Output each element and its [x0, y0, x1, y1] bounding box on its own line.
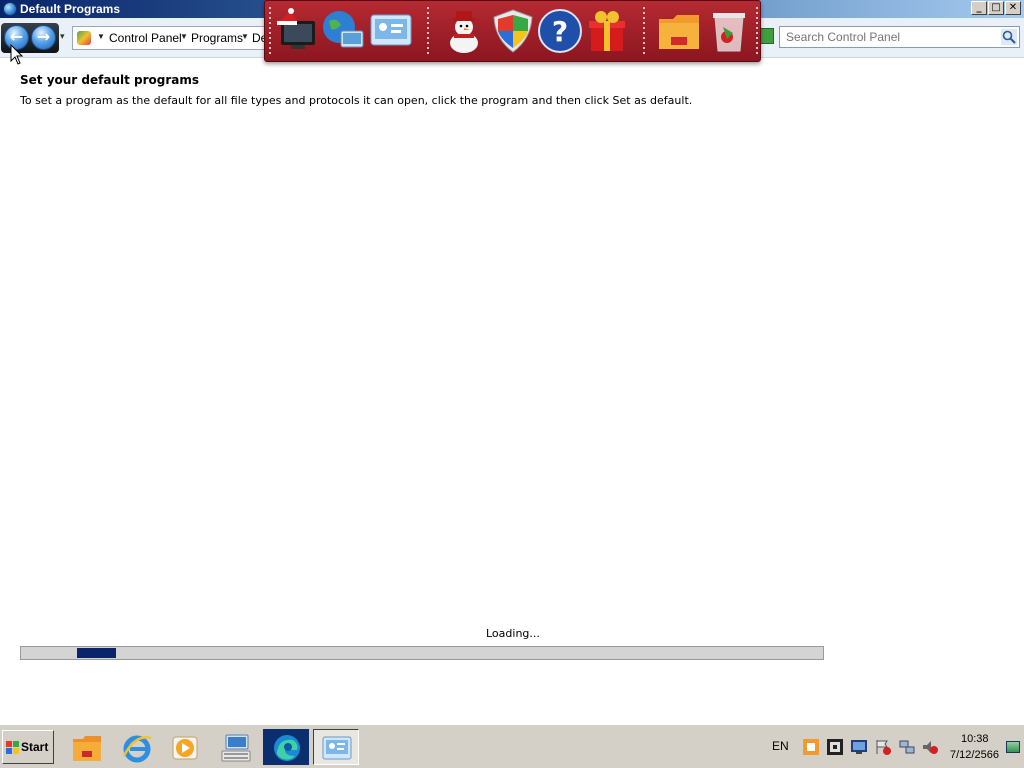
- close-button[interactable]: ✕: [1005, 1, 1021, 15]
- language-indicator[interactable]: EN: [772, 739, 789, 753]
- breadcrumb-control-panel[interactable]: Control Panel: [109, 31, 182, 45]
- taskbar-file-explorer[interactable]: [63, 729, 109, 765]
- taskbar-media-player[interactable]: [161, 729, 207, 765]
- breadcrumb-chevron[interactable]: ▼: [241, 32, 249, 41]
- forward-arrow-icon: →: [36, 27, 51, 46]
- dock-separator: [269, 7, 271, 57]
- gift-icon[interactable]: [583, 7, 631, 55]
- dock-separator: [427, 7, 429, 57]
- page-title: Set your default programs: [20, 73, 200, 87]
- control-panel-icon: [77, 31, 91, 45]
- recycle-bin-icon[interactable]: [705, 7, 753, 55]
- show-desktop-button[interactable]: [1006, 741, 1020, 753]
- windows-logo-icon: [6, 741, 19, 754]
- control-panel-icon[interactable]: [367, 7, 415, 55]
- help-icon[interactable]: ?: [536, 7, 584, 55]
- window-title: Default Programs: [20, 2, 121, 16]
- control-panel-globe-icon: [3, 2, 17, 16]
- taskbar-control-panel[interactable]: [313, 729, 359, 765]
- page-description: To set a program as the default for all …: [20, 94, 693, 107]
- mouse-cursor-icon: [10, 44, 24, 65]
- globe-network-icon[interactable]: [319, 7, 367, 55]
- edge-browser-icon: [274, 735, 300, 761]
- clock-date[interactable]: 7/12/2566: [950, 749, 999, 761]
- dock-separator: [756, 7, 758, 57]
- internet-explorer-icon: [122, 735, 152, 763]
- snowman-icon[interactable]: [440, 7, 488, 55]
- control-panel-icon: [322, 736, 352, 760]
- system-tray-app-icon[interactable]: [827, 739, 843, 755]
- breadcrumb-root-chevron[interactable]: ▼: [97, 32, 105, 41]
- file-explorer-icon: [73, 736, 101, 761]
- search-input[interactable]: [780, 27, 998, 47]
- christmas-computer-icon[interactable]: [273, 7, 321, 55]
- dock-separator: [643, 7, 645, 57]
- loading-progress-bar: [20, 646, 824, 660]
- recent-pages-dropdown[interactable]: ▾: [60, 32, 65, 42]
- breadcrumb-chevron[interactable]: ▼: [180, 32, 188, 41]
- start-button[interactable]: Start: [2, 730, 54, 764]
- network-tray-icon[interactable]: [899, 739, 915, 755]
- svg-text:?: ?: [552, 15, 568, 48]
- forward-button[interactable]: →: [31, 25, 56, 50]
- monitor-tray-icon[interactable]: [851, 739, 867, 755]
- taskbar-internet-explorer[interactable]: [113, 729, 159, 765]
- minimize-button[interactable]: _: [971, 1, 987, 15]
- clock-time[interactable]: 10:38: [961, 733, 989, 745]
- keyboard-computer-icon: [221, 734, 251, 762]
- volume-muted-icon[interactable]: [922, 739, 938, 755]
- notification-app-icon[interactable]: [803, 739, 819, 755]
- search-icon[interactable]: [1001, 29, 1017, 45]
- taskbar-on-screen-keyboard[interactable]: [212, 729, 258, 765]
- progress-indicator: [77, 648, 116, 658]
- desktop-dock: ?: [264, 0, 761, 62]
- search-box[interactable]: [779, 26, 1020, 48]
- refresh-button[interactable]: [760, 28, 774, 44]
- breadcrumb-programs[interactable]: Programs: [191, 31, 243, 45]
- folder-icon[interactable]: [655, 7, 703, 55]
- taskbar: Start EN 10:38 7/12/2566: [0, 724, 1024, 768]
- media-player-icon: [172, 736, 198, 760]
- taskbar-edge-browser[interactable]: [263, 729, 309, 765]
- flag-error-tray-icon[interactable]: [875, 739, 891, 755]
- maximize-button[interactable]: □: [988, 1, 1004, 15]
- windows-shield-icon[interactable]: [489, 7, 537, 55]
- start-label: Start: [21, 740, 49, 754]
- loading-label: Loading...: [486, 627, 540, 640]
